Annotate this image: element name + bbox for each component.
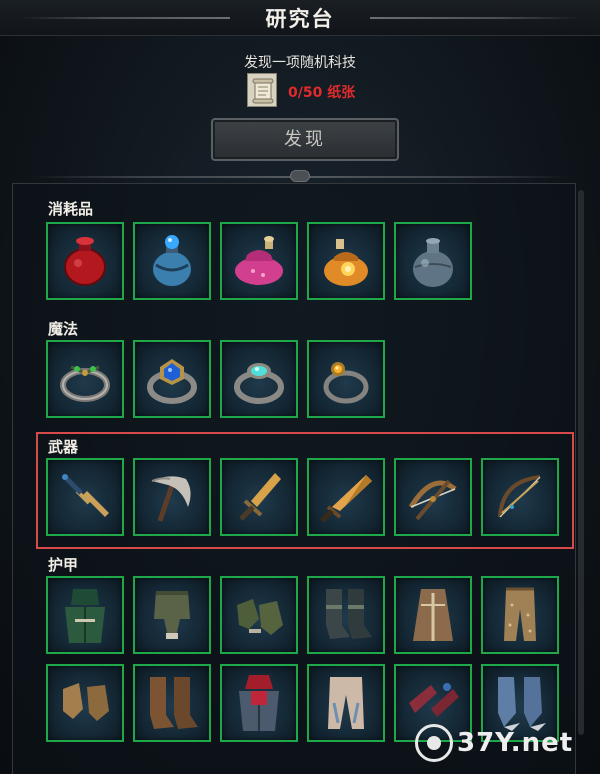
research-table-panel: 研究台 发现一项随机科技 0/50 纸张 发现 消耗品 魔法 武器 护甲 37Y… [0, 0, 600, 774]
tall-boots-icon[interactable] [133, 664, 211, 742]
short-sword-icon[interactable] [220, 458, 298, 536]
orange-pouch-potion-icon[interactable] [307, 222, 385, 300]
robe-icon[interactable] [394, 576, 472, 654]
blue-potion-icon[interactable] [133, 222, 211, 300]
leggings-icon[interactable] [481, 576, 559, 654]
watermark-logo-icon [415, 724, 453, 762]
pants-icon[interactable] [133, 576, 211, 654]
red-potion-icon[interactable] [46, 222, 124, 300]
category-label-magic: 魔法 [48, 320, 79, 338]
title-bar: 研究台 [0, 0, 600, 36]
broad-sword-icon[interactable] [307, 458, 385, 536]
crossbow-icon[interactable] [394, 458, 472, 536]
category-label-armor: 护甲 [48, 556, 79, 574]
discover-button[interactable]: 发现 [211, 118, 399, 161]
cyan-gem-ring-icon[interactable] [220, 340, 298, 418]
dagger-icon[interactable] [46, 458, 124, 536]
category-label-consumables: 消耗品 [48, 200, 94, 218]
paper-scroll-icon [247, 73, 277, 107]
divider-ornament [290, 170, 310, 182]
grey-flask-icon[interactable] [394, 222, 472, 300]
hood-icon[interactable] [46, 576, 124, 654]
gloves-icon[interactable] [220, 576, 298, 654]
pickaxe-icon[interactable] [133, 458, 211, 536]
bow-icon[interactable] [481, 458, 559, 536]
red-armor-icon[interactable] [220, 664, 298, 742]
pink-pouch-potion-icon[interactable] [220, 222, 298, 300]
gauntlets-icon[interactable] [46, 664, 124, 742]
white-pants-icon[interactable] [307, 664, 385, 742]
discover-caption: 发现一项随机科技 [244, 55, 356, 71]
boots-icon[interactable] [307, 576, 385, 654]
blue-gem-ring-icon[interactable] [133, 340, 211, 418]
watermark-text: 37Y.net [457, 728, 574, 758]
green-gem-ring-icon[interactable] [46, 340, 124, 418]
watermark: 37Y.net [415, 723, 573, 763]
page-title: 研究台 [265, 7, 335, 31]
amber-gem-ring-icon[interactable] [307, 340, 385, 418]
paper-cost: 0/50 纸张 [288, 85, 356, 101]
scrollbar[interactable] [578, 190, 584, 735]
